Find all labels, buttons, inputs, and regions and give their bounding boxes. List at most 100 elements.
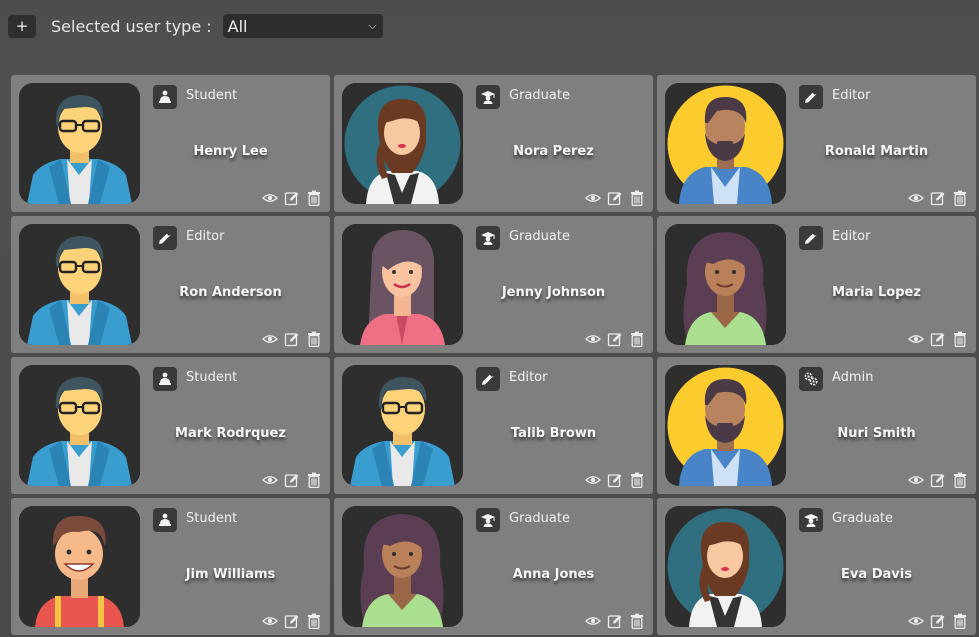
view-eye-icon[interactable] <box>908 472 924 488</box>
user-card[interactable]: Editor Talib Brown <box>334 357 653 494</box>
delete-trash-icon[interactable] <box>629 190 645 206</box>
admin-gears-icon <box>799 367 823 391</box>
user-role-label: Admin <box>832 370 874 385</box>
delete-trash-icon[interactable] <box>629 613 645 629</box>
card-actions <box>908 190 968 206</box>
edit-icon[interactable] <box>607 472 623 488</box>
user-card[interactable]: Graduate Jenny Johnson <box>334 216 653 353</box>
user-name: Jenny Johnson <box>501 285 606 300</box>
user-role-label: Editor <box>186 229 225 244</box>
user-card[interactable]: Editor Maria Lopez <box>657 216 976 353</box>
delete-trash-icon[interactable] <box>952 190 968 206</box>
man-glasses-avatar <box>19 83 140 204</box>
user-name: Ronald Martin <box>824 144 929 159</box>
pencil-icon <box>799 85 823 109</box>
user-name: Mark Rodrquez <box>175 426 286 441</box>
user-role-label: Editor <box>509 370 548 385</box>
bearded-man-avatar <box>665 365 786 486</box>
view-eye-icon[interactable] <box>262 190 278 206</box>
user-card[interactable]: Graduate Eva Davis <box>657 498 976 635</box>
view-eye-icon[interactable] <box>585 331 601 347</box>
view-eye-icon[interactable] <box>585 190 601 206</box>
pencil-icon <box>476 367 500 391</box>
student-icon <box>153 85 177 109</box>
card-actions <box>908 613 968 629</box>
graduation-cap-icon <box>476 508 500 532</box>
woman-teal-avatar <box>665 506 786 627</box>
user-name: Talib Brown <box>510 426 597 441</box>
smiling-man-avatar <box>19 506 140 627</box>
user-name: Anna Jones <box>512 567 595 582</box>
edit-icon[interactable] <box>284 331 300 347</box>
user-role-label: Graduate <box>509 511 570 526</box>
user-name: Nora Perez <box>513 144 594 159</box>
delete-trash-icon[interactable] <box>952 472 968 488</box>
user-role-label: Editor <box>832 88 871 103</box>
delete-trash-icon[interactable] <box>952 613 968 629</box>
user-card[interactable]: Graduate Anna Jones <box>334 498 653 635</box>
view-eye-icon[interactable] <box>262 613 278 629</box>
add-user-button[interactable]: + <box>8 14 36 38</box>
delete-trash-icon[interactable] <box>952 331 968 347</box>
pencil-icon <box>799 226 823 250</box>
card-actions <box>262 613 322 629</box>
user-name: Jim Williams <box>185 567 276 582</box>
user-card[interactable]: Editor Ron Anderson <box>11 216 330 353</box>
woman-curly-hair-avatar <box>342 506 463 627</box>
pencil-icon <box>153 226 177 250</box>
view-eye-icon[interactable] <box>908 190 924 206</box>
user-card[interactable]: Student Henry Lee <box>11 75 330 212</box>
toolbar: + Selected user type : All ⌵ <box>8 14 383 38</box>
delete-trash-icon[interactable] <box>306 190 322 206</box>
edit-icon[interactable] <box>607 190 623 206</box>
user-role-label: Student <box>186 511 238 526</box>
edit-icon[interactable] <box>607 613 623 629</box>
view-eye-icon[interactable] <box>908 331 924 347</box>
delete-trash-icon[interactable] <box>306 331 322 347</box>
user-card[interactable]: Editor Ronald Martin <box>657 75 976 212</box>
user-type-select[interactable]: All ⌵ <box>222 14 383 38</box>
woman-purple-hair-avatar <box>342 224 463 345</box>
view-eye-icon[interactable] <box>262 472 278 488</box>
user-card[interactable]: Graduate Nora Perez <box>334 75 653 212</box>
user-type-filter-label: Selected user type : <box>51 16 212 36</box>
user-card[interactable]: Student Jim Williams <box>11 498 330 635</box>
edit-icon[interactable] <box>930 190 946 206</box>
graduation-cap-icon <box>799 508 823 532</box>
user-role-label: Graduate <box>832 511 893 526</box>
view-eye-icon[interactable] <box>585 613 601 629</box>
edit-icon[interactable] <box>607 331 623 347</box>
user-role-label: Graduate <box>509 229 570 244</box>
user-card[interactable]: Admin Nuri Smith <box>657 357 976 494</box>
delete-trash-icon[interactable] <box>629 472 645 488</box>
delete-trash-icon[interactable] <box>306 472 322 488</box>
user-role-label: Student <box>186 370 238 385</box>
view-eye-icon[interactable] <box>585 472 601 488</box>
edit-icon[interactable] <box>284 190 300 206</box>
view-eye-icon[interactable] <box>908 613 924 629</box>
user-card[interactable]: Student Mark Rodrquez <box>11 357 330 494</box>
user-name: Ron Anderson <box>179 285 282 300</box>
delete-trash-icon[interactable] <box>629 331 645 347</box>
student-icon <box>153 367 177 391</box>
card-actions <box>585 331 645 347</box>
user-type-select-value: All <box>227 16 248 36</box>
woman-curly-hair-avatar <box>665 224 786 345</box>
card-actions <box>585 472 645 488</box>
card-actions <box>908 472 968 488</box>
view-eye-icon[interactable] <box>262 331 278 347</box>
edit-icon[interactable] <box>284 613 300 629</box>
card-actions <box>585 613 645 629</box>
edit-icon[interactable] <box>930 472 946 488</box>
woman-teal-avatar <box>342 83 463 204</box>
user-name: Nuri Smith <box>837 426 916 441</box>
delete-trash-icon[interactable] <box>306 613 322 629</box>
user-card-grid: Student Henry Lee Graduate Nora Perez Edit… <box>11 75 979 637</box>
edit-icon[interactable] <box>930 331 946 347</box>
edit-icon[interactable] <box>284 472 300 488</box>
edit-icon[interactable] <box>930 613 946 629</box>
user-role-label: Graduate <box>509 88 570 103</box>
graduation-cap-icon <box>476 226 500 250</box>
man-glasses-avatar <box>19 224 140 345</box>
card-actions <box>262 190 322 206</box>
